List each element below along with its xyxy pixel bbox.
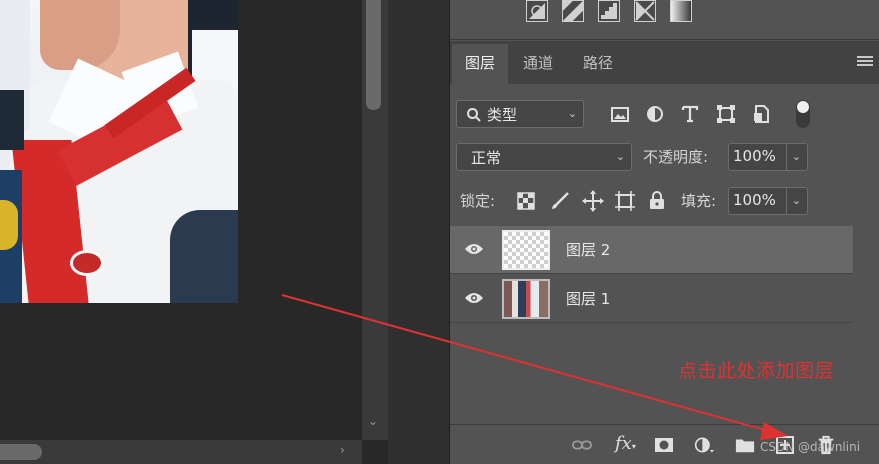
adjustment-layer-icon[interactable] bbox=[694, 435, 714, 455]
eye-icon[interactable] bbox=[464, 242, 484, 256]
link-layers-icon[interactable] bbox=[572, 435, 592, 455]
filter-toggle-icon[interactable] bbox=[796, 100, 810, 128]
lock-image-pixels-icon[interactable] bbox=[550, 191, 570, 211]
panel-menu-icon[interactable] bbox=[857, 56, 873, 68]
chevron-down-icon[interactable]: ⌄ bbox=[368, 414, 378, 428]
layer-thumbnail-photo bbox=[502, 279, 550, 319]
annotation-text: 点击此处添加图层 bbox=[678, 360, 835, 382]
layer-row-1[interactable]: 图层 1 bbox=[450, 275, 853, 323]
layers-scrollbar[interactable] bbox=[853, 224, 879, 424]
horizontal-scroll-thumb[interactable] bbox=[0, 444, 42, 460]
fill-label: 填充: bbox=[681, 192, 717, 210]
canvas-area[interactable] bbox=[0, 0, 362, 440]
chevron-down-icon: ⌄ bbox=[615, 149, 625, 163]
fill-input[interactable]: 100% ⌄ bbox=[728, 187, 808, 215]
group-folder-icon[interactable] bbox=[735, 435, 755, 455]
search-icon bbox=[467, 108, 481, 122]
watermark: CSDN @dawnlini bbox=[760, 440, 861, 454]
lock-transparent-pixels-icon[interactable] bbox=[516, 191, 536, 211]
blend-opacity-row: 正常 ⌄ 不透明度: 100% ⌄ bbox=[450, 140, 879, 174]
canvas-horizontal-scrollbar[interactable]: › bbox=[0, 440, 362, 464]
gradient-map-icon[interactable] bbox=[562, 0, 584, 22]
tab-channels[interactable]: 通道 bbox=[510, 44, 566, 84]
lock-position-icon[interactable] bbox=[582, 190, 604, 212]
chevron-down-icon[interactable]: ⌄ bbox=[792, 150, 801, 163]
layer-name: 图层 1 bbox=[566, 290, 611, 308]
lock-label: 锁定: bbox=[460, 192, 496, 210]
canvas-vertical-scrollbar[interactable]: ⌄ bbox=[362, 0, 388, 440]
opacity-input[interactable]: 100% ⌄ bbox=[728, 143, 808, 171]
blend-mode-select[interactable]: 正常 ⌄ bbox=[456, 143, 632, 171]
chevron-right-icon[interactable]: › bbox=[340, 443, 345, 457]
adjustment-filter-icon[interactable] bbox=[645, 104, 665, 124]
tab-layers[interactable]: 图层 bbox=[452, 44, 509, 84]
opacity-value: 100% bbox=[733, 147, 776, 165]
fx-icon[interactable]: fx▾ bbox=[615, 433, 639, 454]
adjustments-icon-row bbox=[450, 0, 879, 40]
smart-object-filter-icon[interactable] bbox=[752, 104, 772, 124]
fill-value: 100% bbox=[733, 191, 776, 209]
chevron-down-icon[interactable]: ⌄ bbox=[792, 194, 801, 207]
filter-type-select[interactable]: 类型 ⌄ bbox=[456, 100, 584, 128]
tab-paths[interactable]: 路径 bbox=[570, 44, 626, 84]
chevron-down-icon: ⌄ bbox=[567, 106, 577, 120]
filter-type-label: 类型 bbox=[487, 106, 518, 124]
eye-icon[interactable] bbox=[464, 291, 484, 305]
blend-mode-value: 正常 bbox=[471, 149, 502, 167]
gradient-fill-icon[interactable] bbox=[670, 0, 692, 22]
layer-row-2[interactable]: 图层 2 bbox=[450, 226, 853, 274]
lock-fill-row: 锁定: 填充: 100% ⌄ bbox=[450, 184, 879, 218]
type-filter-icon[interactable] bbox=[680, 104, 700, 124]
panel-dock-gutter bbox=[388, 0, 450, 464]
document-image[interactable] bbox=[0, 0, 238, 303]
vertical-scroll-thumb[interactable] bbox=[366, 0, 381, 110]
layer-name: 图层 2 bbox=[566, 241, 611, 259]
image-filter-icon[interactable] bbox=[610, 104, 630, 124]
brightness-contrast-icon[interactable] bbox=[526, 0, 548, 22]
shape-filter-icon[interactable] bbox=[716, 104, 736, 124]
lock-artboard-icon[interactable] bbox=[614, 190, 636, 212]
layer-thumbnail-transparent bbox=[502, 230, 550, 270]
panel-tab-bar: 图层 通道 路径 bbox=[450, 41, 879, 84]
layer-mask-icon[interactable] bbox=[654, 435, 674, 455]
threshold-icon[interactable] bbox=[634, 0, 656, 22]
posterize-icon[interactable] bbox=[598, 0, 620, 22]
opacity-label: 不透明度: bbox=[643, 148, 709, 166]
layer-filter-row: 类型 ⌄ bbox=[450, 96, 879, 132]
lock-all-icon[interactable] bbox=[648, 190, 666, 210]
layers-panel: 图层 通道 路径 类型 ⌄ 正常 ⌄ 不透明度: 100% ⌄ 锁定: 填充: … bbox=[450, 0, 879, 464]
